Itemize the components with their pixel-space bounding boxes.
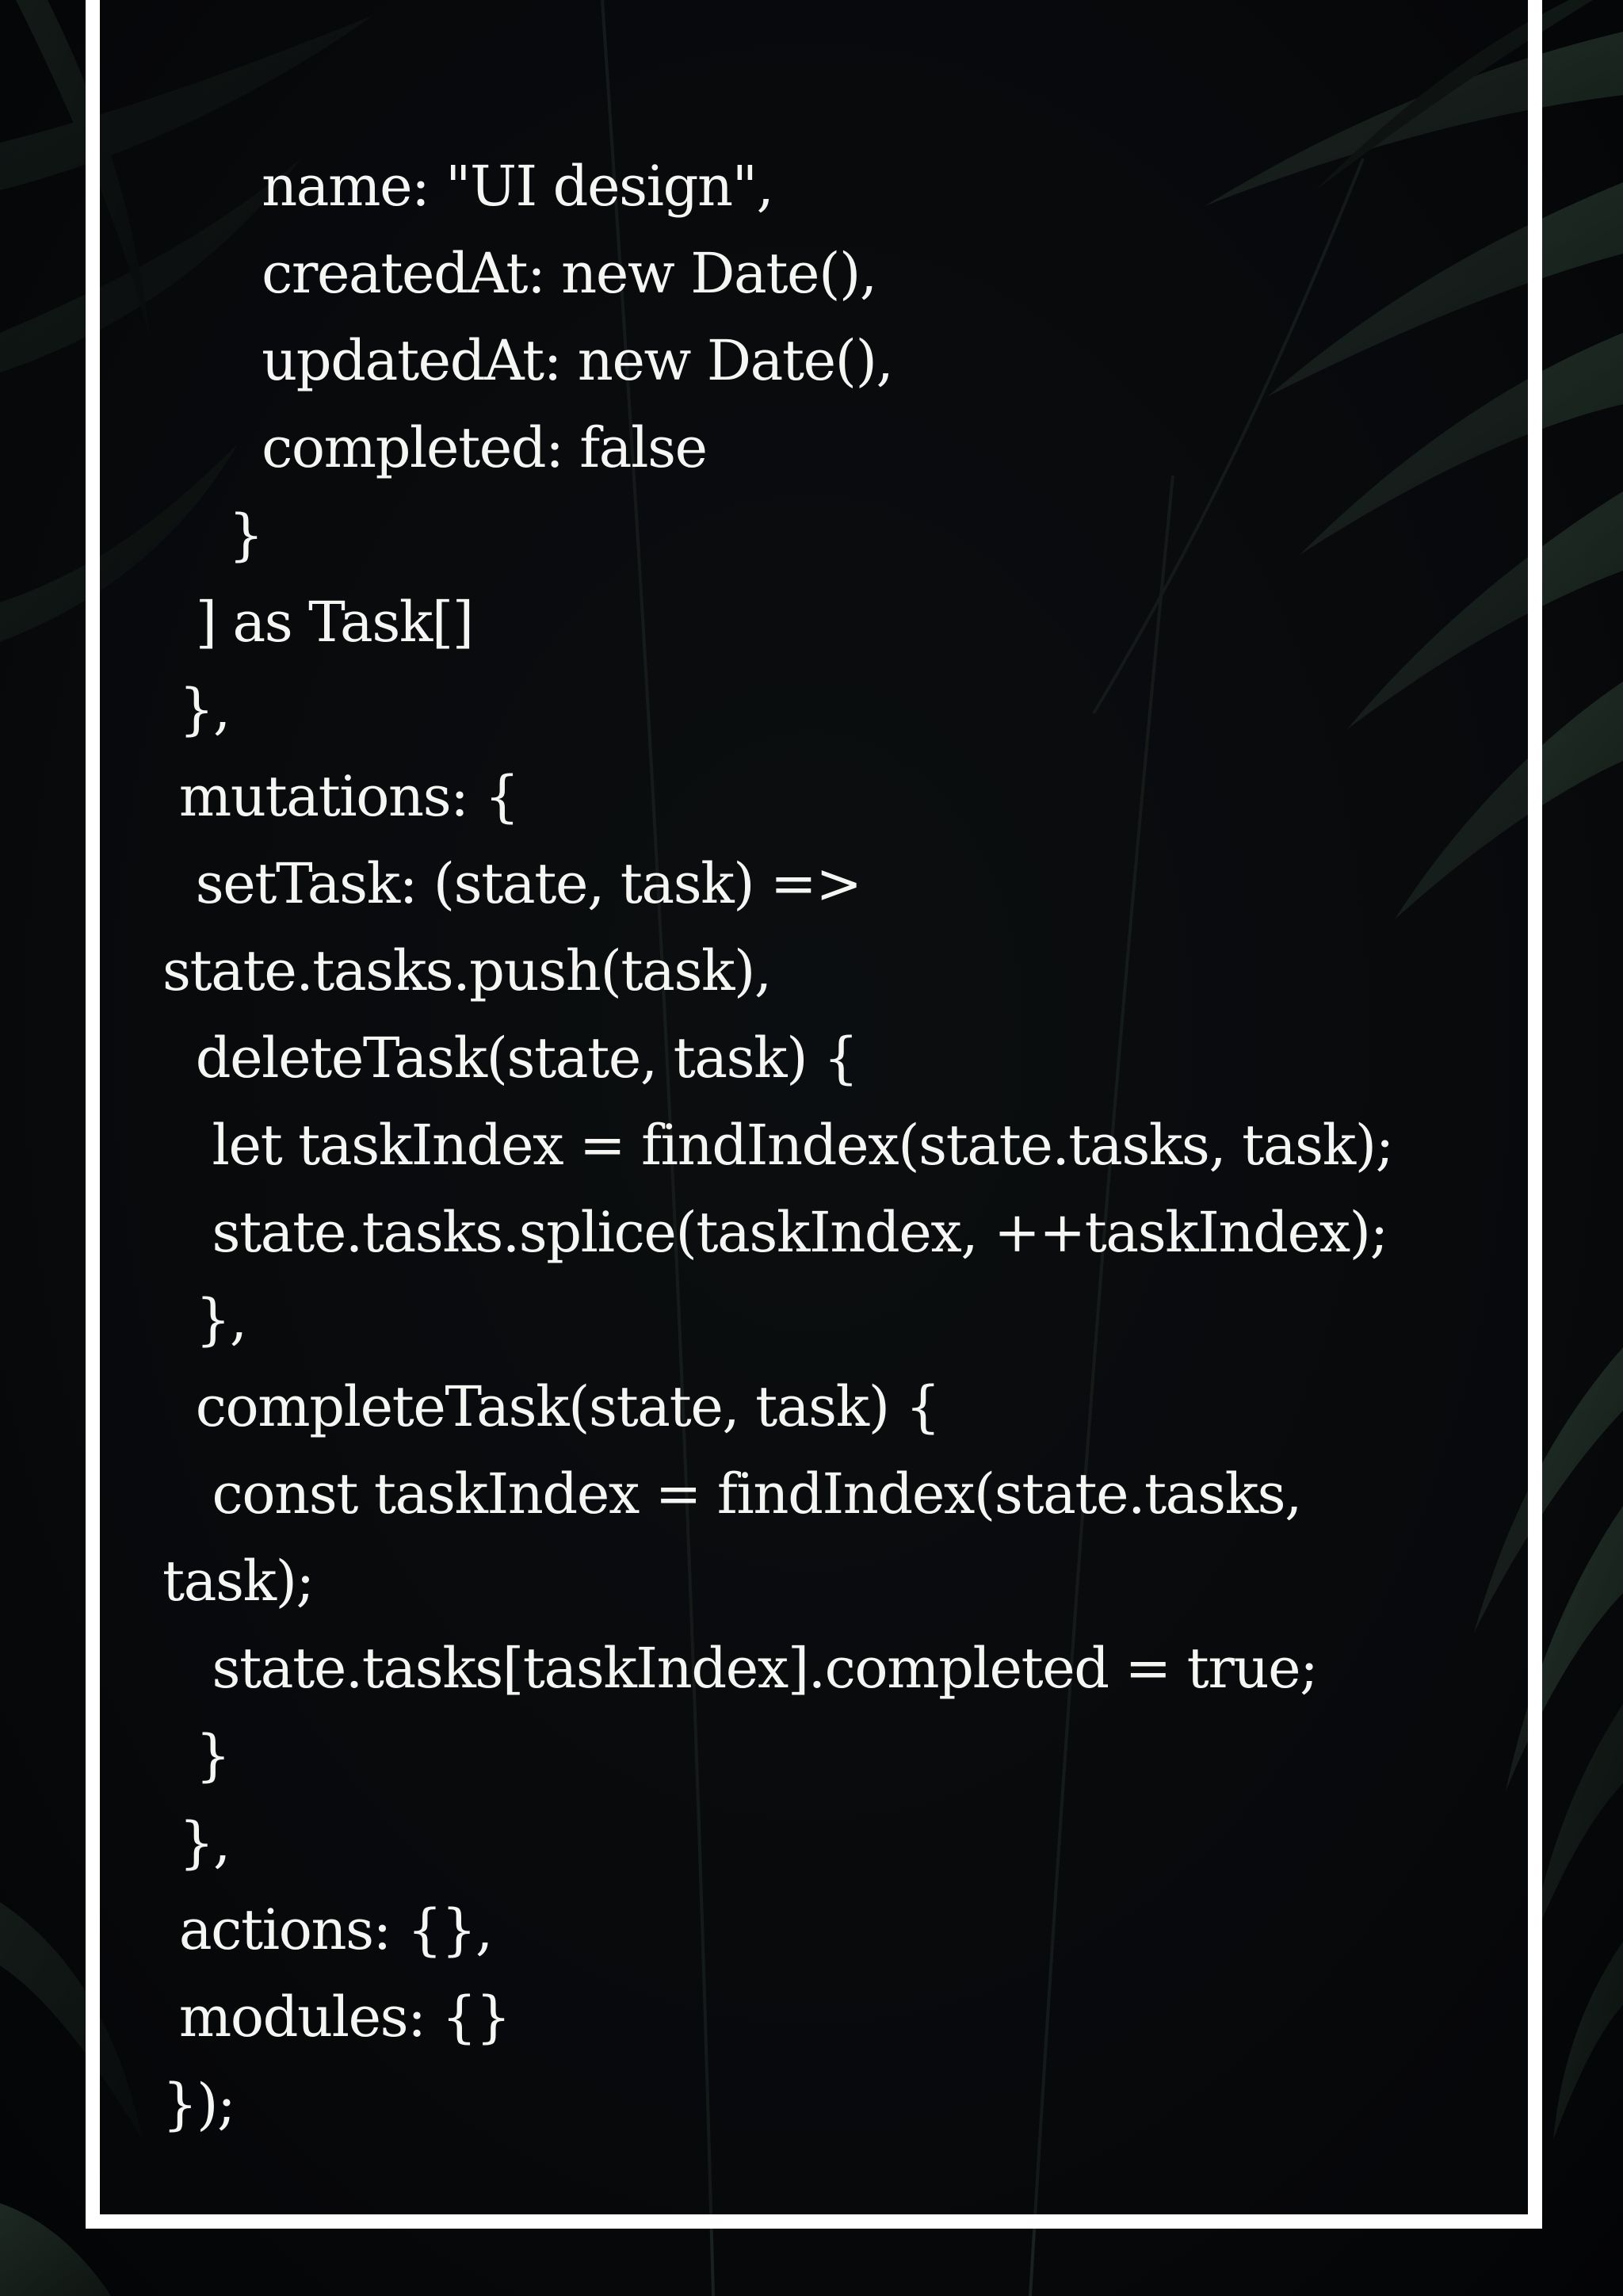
code-line: actions: {}, <box>162 1897 493 1962</box>
code-line: updatedAt: new Date(), <box>162 328 894 393</box>
code-line: } <box>162 502 264 567</box>
code-line: }, <box>162 677 231 742</box>
code-line: state.tasks.push(task), <box>162 938 772 1003</box>
code-line: let taskIndex = findIndex(state.tasks, t… <box>162 1113 1395 1178</box>
code-line: deleteTask(state, task) { <box>162 1026 859 1091</box>
code-line: mutations: { <box>162 764 520 829</box>
code-line: state.tasks.splice(taskIndex, ++taskInde… <box>162 1200 1389 1265</box>
code-line: createdAt: new Date(), <box>162 241 877 306</box>
code-line: const taskIndex = findIndex(state.tasks, <box>162 1461 1303 1526</box>
code-line: }, <box>162 1287 247 1352</box>
code-line: completeTask(state, task) { <box>162 1374 941 1439</box>
code-line: ] as Task[] <box>162 590 474 655</box>
code-line: } <box>162 1723 231 1788</box>
code-line: modules: {} <box>162 1985 511 2050</box>
code-line: setTask: (state, task) => <box>162 851 862 916</box>
code-line: }); <box>162 2072 236 2137</box>
code-line: task); <box>162 1549 315 1614</box>
code-line: }, <box>162 1810 231 1875</box>
code-line: completed: false <box>162 415 708 480</box>
code-line: state.tasks[taskIndex].completed = true; <box>162 1636 1319 1701</box>
code-line: name: "UI design", <box>162 154 774 219</box>
